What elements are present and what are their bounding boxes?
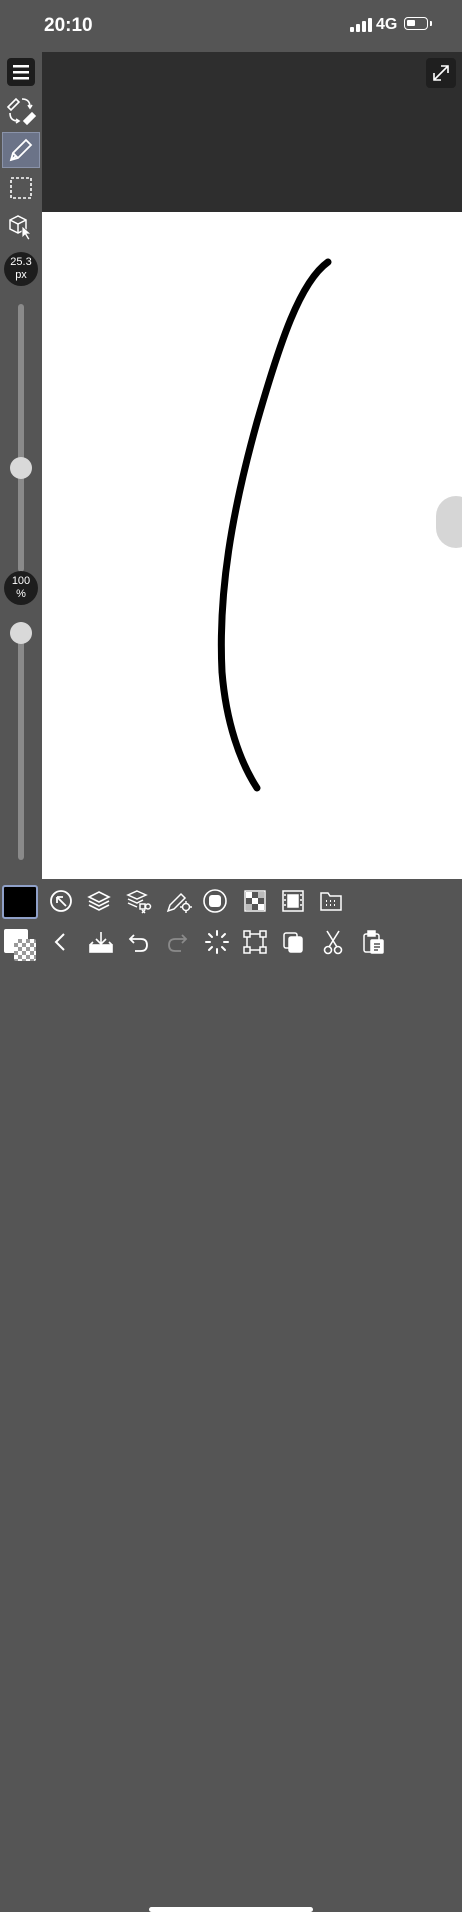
- loading-button[interactable]: [200, 925, 234, 959]
- selection-tool-button[interactable]: [2, 170, 40, 206]
- color-wheel-button[interactable]: [44, 884, 78, 918]
- menu-icon: [7, 58, 35, 86]
- object-tool-button[interactable]: [2, 208, 40, 244]
- layer-properties-icon: [126, 890, 152, 914]
- layer-properties-button[interactable]: [122, 884, 156, 918]
- left-toolbar: 25.3 px 100 %: [0, 52, 42, 878]
- bottom-toolbar-top: [0, 879, 462, 923]
- paste-button[interactable]: [356, 925, 390, 959]
- redo-button[interactable]: [160, 925, 194, 959]
- layers-button[interactable]: [82, 884, 116, 918]
- drawing-paper[interactable]: [42, 212, 462, 879]
- undo-icon: [128, 934, 148, 952]
- canvas-area[interactable]: [42, 52, 462, 879]
- network-type: 4G: [376, 16, 398, 33]
- menu-button[interactable]: [2, 54, 40, 90]
- brush-size-slider-knob[interactable]: [10, 456, 32, 479]
- pen-eraser-swap-button[interactable]: [2, 92, 40, 128]
- color-palette-icon: [244, 890, 266, 912]
- sub-tool-icon: [203, 889, 227, 913]
- home-indicator: [149, 1907, 313, 1912]
- opacity-indicator[interactable]: 100 %: [4, 571, 38, 605]
- cut-icon: [323, 930, 343, 955]
- sub-tool-button[interactable]: [198, 884, 232, 918]
- material-icon: [320, 892, 342, 911]
- cut-button[interactable]: [316, 925, 350, 959]
- color-wheel-icon: [50, 890, 72, 912]
- loading-icon: [205, 930, 229, 954]
- animation-button[interactable]: [276, 884, 310, 918]
- back-button[interactable]: [44, 925, 78, 959]
- color-palette-button[interactable]: [238, 884, 272, 918]
- material-button[interactable]: [314, 884, 348, 918]
- tool-settings-icon: [166, 892, 192, 913]
- transform-icon: [243, 930, 267, 954]
- tool-settings-button[interactable]: [162, 884, 196, 918]
- opacity-slider-track[interactable]: [18, 622, 24, 860]
- drawn-stroke: [217, 258, 332, 792]
- side-panel-handle[interactable]: [436, 496, 462, 548]
- layers-icon: [87, 891, 111, 911]
- signal-icon: [350, 18, 372, 32]
- object-select-icon: [9, 215, 33, 241]
- bottom-toolbar-bottom: [0, 923, 462, 1912]
- transform-button[interactable]: [238, 925, 272, 959]
- expand-icon: [433, 65, 449, 81]
- brush-size-unit: px: [15, 269, 27, 281]
- pen-eraser-swap-icon: [6, 97, 37, 126]
- battery-icon: [404, 17, 432, 30]
- brush-size-indicator[interactable]: 25.3 px: [4, 252, 38, 286]
- pen-tool-button[interactable]: [2, 132, 40, 168]
- paste-icon: [363, 930, 384, 954]
- status-time: 20:10: [44, 15, 93, 36]
- opacity-unit: %: [16, 588, 26, 600]
- back-icon: [54, 933, 65, 951]
- copy-button[interactable]: [276, 925, 310, 959]
- copy-icon: [283, 932, 303, 953]
- brush-size-value: 25.3: [10, 256, 32, 268]
- animation-icon: [282, 890, 304, 912]
- main-color-swatch[interactable]: [2, 885, 38, 919]
- brush-size-slider-track[interactable]: [18, 304, 24, 572]
- fullscreen-button[interactable]: [426, 58, 456, 88]
- transparent-color-swatch[interactable]: [14, 939, 36, 961]
- redo-icon: [168, 934, 188, 952]
- opacity-value: 100: [11, 575, 31, 587]
- save-icon: [89, 932, 113, 953]
- opacity-slider-knob[interactable]: [10, 622, 32, 644]
- selection-icon: [10, 177, 32, 199]
- save-button[interactable]: [84, 925, 118, 959]
- pen-icon: [9, 138, 33, 162]
- undo-button[interactable]: [122, 925, 156, 959]
- status-bar: 20:10 4G: [0, 0, 462, 52]
